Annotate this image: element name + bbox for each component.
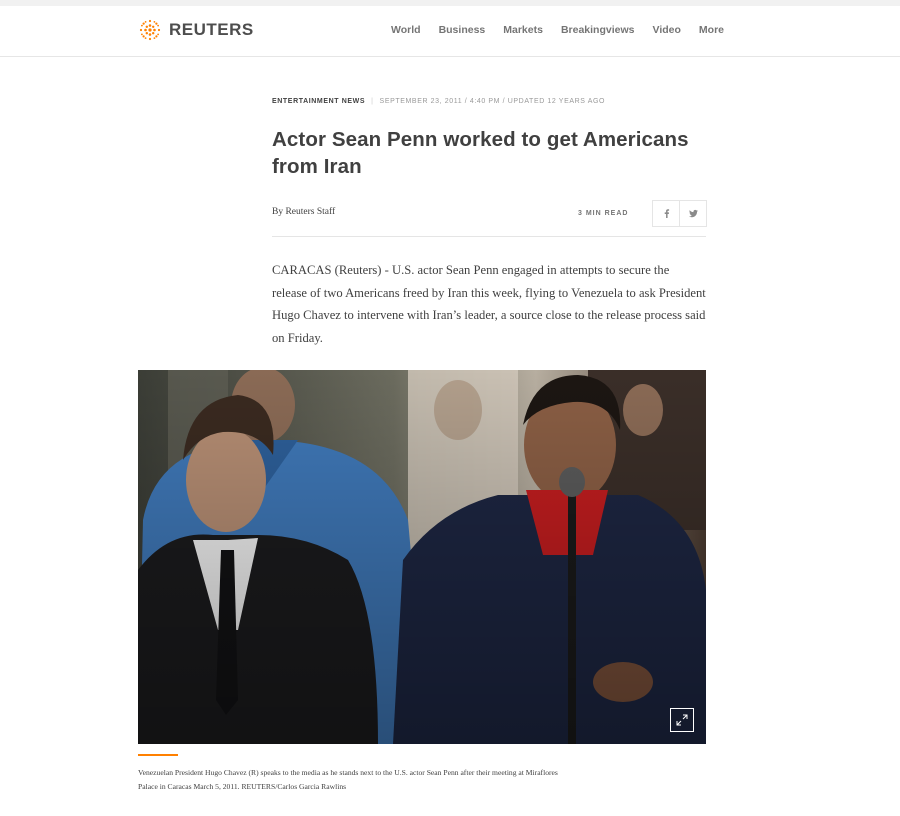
site-header: REUTERS World Business Markets Breakingv…: [0, 6, 900, 57]
expand-icon: [676, 714, 688, 726]
share-facebook-button[interactable]: [653, 201, 679, 226]
article-body-paragraph: CARACAS (Reuters) - U.S. actor Sean Penn…: [272, 263, 706, 345]
expand-photo-button[interactable]: [670, 708, 694, 732]
article-headline: Actor Sean Penn worked to get Americans …: [272, 128, 689, 178]
article-photo: [138, 370, 706, 744]
brand-name: REUTERS: [169, 20, 254, 39]
nav-item-markets[interactable]: Markets: [503, 24, 543, 36]
twitter-icon: [688, 209, 698, 218]
photo-image: [138, 370, 706, 744]
main-nav: World Business Markets Breakingviews Vid…: [373, 24, 724, 36]
share-twitter-button[interactable]: [679, 201, 706, 226]
reuters-logo[interactable]: REUTERS: [137, 17, 254, 43]
article-meta: ENTERTAINMENT NEWS | SEPTEMBER 23, 2011 / …: [272, 96, 706, 108]
byline-prefix: By: [272, 207, 286, 217]
author-link[interactable]: Reuters Staff: [285, 207, 335, 217]
share-buttons: [652, 200, 707, 227]
byline: By Reuters Staff: [272, 207, 335, 217]
byline-row: By Reuters Staff 3 MIN READ: [272, 200, 707, 237]
article: ENTERTAINMENT NEWS | SEPTEMBER 23, 2011 / …: [272, 96, 707, 362]
nav-item-world[interactable]: World: [391, 24, 421, 36]
read-time: 3 MIN READ: [578, 210, 629, 217]
nav-item-business[interactable]: Business: [439, 24, 486, 36]
facebook-icon: [664, 209, 669, 218]
nav-item-video[interactable]: Video: [653, 24, 681, 36]
article-dateline: SEPTEMBER 23, 2011 / 4:40 PM / UPDATED 1…: [379, 98, 606, 105]
caption-accent-rule: [138, 754, 178, 756]
reuters-logo-icon: [139, 19, 161, 41]
nav-item-more[interactable]: More: [699, 24, 724, 36]
photo-caption: Venezuelan President Hugo Chavez (R) spe…: [138, 768, 558, 791]
section-link[interactable]: ENTERTAINMENT NEWS: [272, 98, 365, 105]
meta-separator: |: [371, 98, 374, 105]
nav-item-breakingviews[interactable]: Breakingviews: [561, 24, 635, 36]
